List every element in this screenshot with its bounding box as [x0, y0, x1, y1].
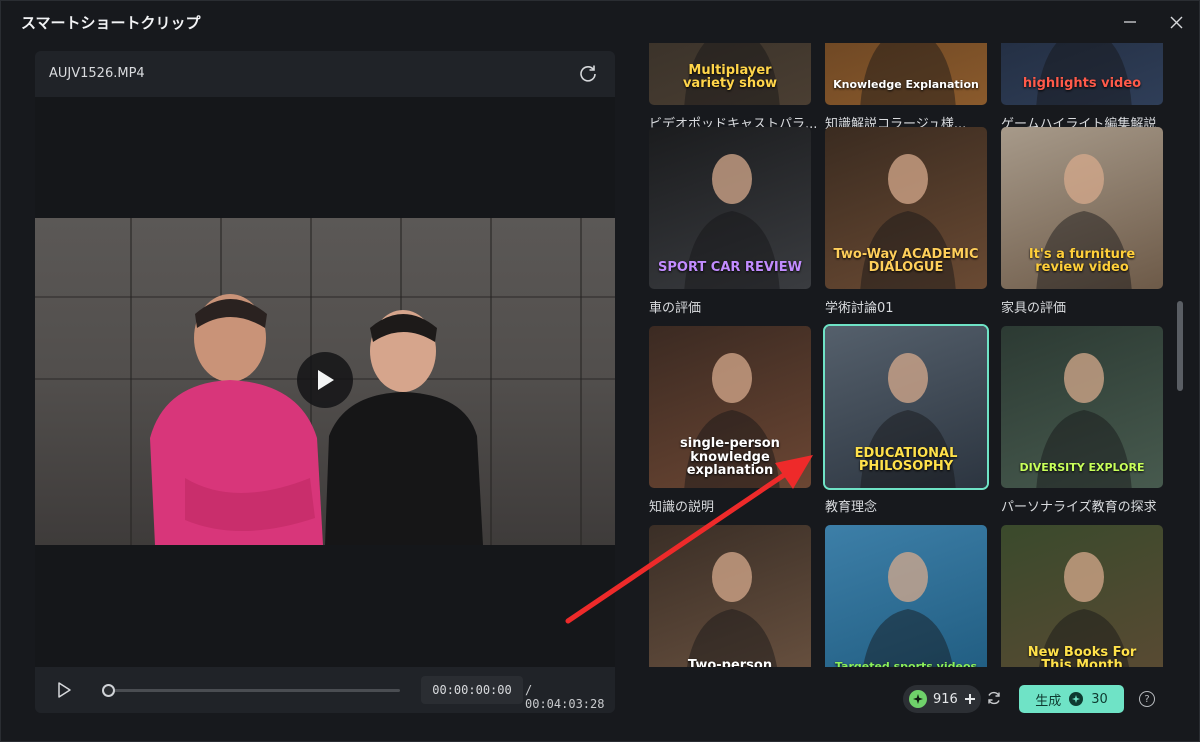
coin-icon: [1069, 692, 1084, 706]
playback-controls: 00:00:00:00 / 00:04:03:28: [35, 667, 615, 713]
smart-short-clip-window: スマートショートクリップ AUJV1526.MP4 00:00:00:00 / …: [0, 0, 1200, 742]
template-thumbnail[interactable]: DIVERSITY EXPLORE: [999, 324, 1165, 490]
template-thumbnail[interactable]: Two-Way ACADEMIC DIALOGUE: [823, 125, 989, 291]
template-overlay-text: single-person knowledge explanation: [655, 437, 805, 478]
template-thumbnail[interactable]: New Books For This Month: [999, 523, 1165, 667]
overlay-line: DIVERSITY EXPLORE: [1019, 461, 1145, 475]
video-frame: [35, 218, 615, 545]
timeline-track[interactable]: [102, 684, 400, 697]
play-icon: [318, 370, 334, 390]
overlay-line: explanation: [686, 463, 774, 479]
template-thumbnail[interactable]: highlights video: [999, 43, 1165, 107]
template-label: 学術討論01: [825, 301, 894, 316]
template-thumbnail[interactable]: SPORT CAR REVIEW: [647, 125, 813, 291]
minimize-button[interactable]: [1115, 9, 1145, 35]
close-icon: [1170, 16, 1182, 28]
template-card[interactable]: DIVERSITY EXPLORE パーソナライズ教育の探求: [999, 324, 1165, 515]
overlay-line: SPORT CAR REVIEW: [658, 260, 802, 276]
template-figure: [862, 552, 954, 667]
credits-count: 916: [933, 691, 958, 707]
overlay-line: Targeted sports videos: [834, 660, 978, 667]
total-time: / 00:04:03:28: [525, 683, 605, 711]
play-overlay-button[interactable]: [297, 352, 353, 408]
overlay-line: single-person: [680, 436, 780, 452]
video-preview-panel: AUJV1526.MP4 00:00:00:00 / 00:04:03:28: [35, 51, 615, 713]
template-overlay-text: highlights video: [1007, 77, 1157, 91]
overlay-line: variety show: [682, 76, 778, 92]
template-grid: Multiplayer variety show ビデオポッドキャストパラ... Kn…: [641, 43, 1173, 667]
video-header: AUJV1526.MP4: [35, 51, 615, 97]
template-card[interactable]: Two-person: [647, 523, 813, 667]
video-area[interactable]: [35, 97, 615, 667]
template-overlay-text: It's a furniture review video: [1007, 248, 1157, 275]
overlay-line: EDUCATIONAL: [854, 445, 958, 461]
overlay-line: This Month: [1041, 658, 1123, 667]
person-right: [325, 310, 483, 545]
current-time[interactable]: 00:00:00:00: [421, 676, 523, 704]
template-overlay-text: New Books For This Month: [1007, 646, 1157, 667]
template-label: 知識の説明: [649, 500, 715, 515]
template-card[interactable]: Two-Way ACADEMIC DIALOGUE 学術討論01: [823, 125, 989, 316]
template-overlay-text: SPORT CAR REVIEW: [655, 261, 805, 275]
template-figure: [686, 552, 778, 667]
template-card[interactable]: single-person knowledge explanation 知識の説明: [647, 324, 813, 515]
template-card[interactable]: New Books For This Month: [999, 523, 1165, 667]
overlay-line: Two-person: [687, 658, 773, 667]
template-thumbnail[interactable]: Two-person: [647, 523, 813, 667]
template-overlay-text: Knowledge Explanation: [831, 79, 981, 91]
template-label: 教育理念: [825, 500, 878, 515]
title-bar: スマートショートクリップ: [1, 1, 1200, 43]
template-card[interactable]: Targeted sports videos: [823, 523, 989, 667]
template-card[interactable]: Multiplayer variety show ビデオポッドキャストパラ...: [647, 43, 817, 132]
template-scrollbar[interactable]: [1177, 301, 1183, 391]
template-overlay-text: Two-person: [655, 659, 805, 667]
template-figure: [1036, 43, 1132, 105]
template-overlay-text: Targeted sports videos: [831, 661, 981, 667]
template-label: パーソナライズ教育の探求: [1001, 500, 1157, 515]
close-button[interactable]: [1161, 9, 1191, 35]
template-card[interactable]: Knowledge Explanation 知識解説コラージュ様...: [823, 43, 989, 132]
video-file-name: AUJV1526.MP4: [49, 66, 145, 81]
template-thumbnail[interactable]: It's a furniture review video: [999, 125, 1165, 291]
template-overlay-text: DIVERSITY EXPLORE: [1007, 462, 1157, 474]
timeline-handle[interactable]: [102, 684, 115, 697]
generate-label: 生成: [1035, 693, 1062, 709]
template-figure: [860, 43, 956, 105]
minimize-icon: [1124, 21, 1136, 23]
template-overlay-text: EDUCATIONAL PHILOSOPHY: [831, 447, 981, 474]
template-thumbnail[interactable]: Targeted sports videos: [823, 523, 989, 667]
generate-button[interactable]: 生成 30: [1019, 685, 1124, 713]
template-thumbnail[interactable]: single-person knowledge explanation: [647, 324, 813, 490]
person-left: [150, 294, 323, 545]
template-overlay-text: Two-Way ACADEMIC DIALOGUE: [831, 248, 981, 275]
template-overlay-text: Multiplayer variety show: [655, 64, 805, 91]
template-thumbnail[interactable]: Knowledge Explanation: [823, 43, 989, 107]
template-label: 車の評価: [649, 301, 702, 316]
play-button[interactable]: [55, 681, 73, 699]
overlay-line: highlights video: [1022, 76, 1142, 92]
window-title: スマートショートクリップ: [21, 14, 201, 32]
template-thumbnail[interactable]: EDUCATIONAL PHILOSOPHY: [823, 324, 989, 490]
template-thumbnail[interactable]: Multiplayer variety show: [647, 43, 813, 107]
overlay-line: review video: [1035, 260, 1129, 276]
overlay-line: DIALOGUE: [868, 260, 944, 276]
reset-icon[interactable]: [577, 63, 599, 85]
add-credits-icon[interactable]: [964, 693, 976, 705]
credit-icon: [909, 690, 927, 708]
template-card[interactable]: It's a furniture review video 家具の評価: [999, 125, 1165, 316]
refresh-icon[interactable]: [986, 690, 1002, 706]
help-icon[interactable]: ?: [1139, 691, 1155, 707]
credits-badge[interactable]: 916: [903, 685, 981, 713]
template-card[interactable]: highlights video ゲームハイライト編集解説: [999, 43, 1165, 132]
overlay-line: PHILOSOPHY: [858, 459, 954, 475]
template-card[interactable]: EDUCATIONAL PHILOSOPHY 教育理念: [823, 324, 989, 515]
template-card[interactable]: SPORT CAR REVIEW 車の評価: [647, 125, 813, 316]
overlay-line: Two-Way ACADEMIC: [833, 246, 979, 262]
template-label: 家具の評価: [1001, 301, 1067, 316]
generate-cost: 30: [1091, 691, 1108, 707]
overlay-line: Knowledge Explanation: [833, 78, 979, 92]
